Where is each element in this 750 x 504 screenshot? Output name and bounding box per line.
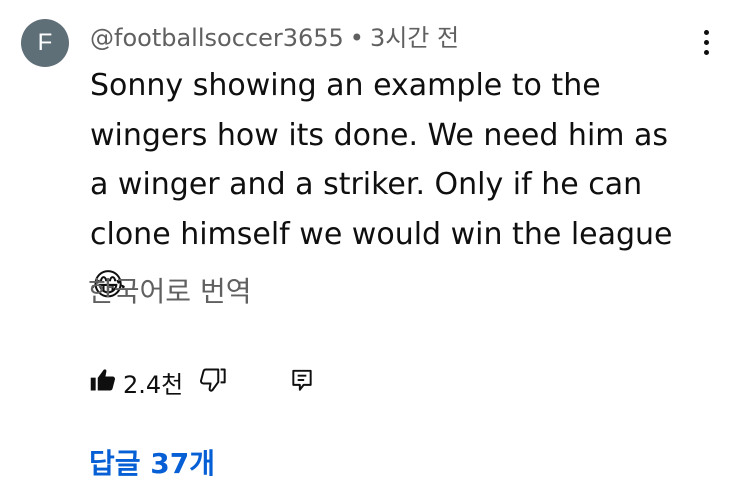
translate-button[interactable]: 한국어로 번역 — [88, 274, 251, 310]
like-count: 2.4천 — [123, 370, 184, 399]
comment-header: @footballsoccer3655 • 3시간 전 — [90, 22, 459, 54]
meta-separator: • — [349, 24, 364, 52]
avatar[interactable]: F — [21, 19, 69, 67]
comment-text: Sonny showing an example to the wingers … — [90, 61, 690, 309]
thumbs-down-outline-icon — [199, 366, 227, 398]
dislike-button[interactable] — [199, 366, 227, 398]
comment-body: Sonny showing an example to the wingers … — [90, 68, 673, 252]
like-button[interactable]: 2.4천 — [89, 365, 183, 400]
comment-time[interactable]: 3시간 전 — [370, 24, 459, 52]
reply-button[interactable] — [289, 367, 315, 397]
comment-actions: 2.4천 — [89, 362, 315, 402]
thumbs-up-filled-icon — [89, 366, 117, 398]
comment-icon — [289, 367, 315, 397]
more-options-button[interactable] — [692, 24, 720, 60]
more-vertical-icon — [703, 29, 709, 55]
avatar-letter: F — [37, 29, 53, 56]
author-handle[interactable]: @footballsoccer3655 — [90, 24, 344, 52]
view-replies-button[interactable]: 답글 37개 — [89, 446, 215, 482]
